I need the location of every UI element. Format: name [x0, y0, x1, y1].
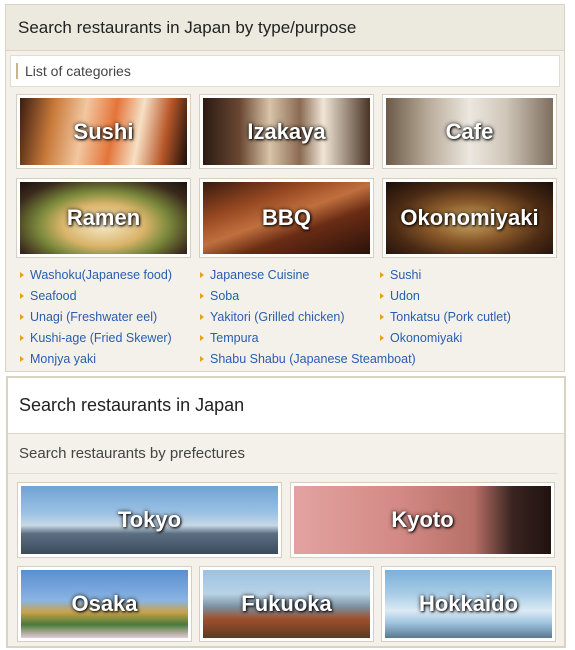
link-kushi-age[interactable]: Kushi-age (Fried Skewer) [20, 331, 172, 345]
prefecture-tile-fukuoka[interactable]: Fukuoka [199, 566, 374, 642]
bullet-arrow-icon [20, 293, 24, 299]
link-unagi[interactable]: Unagi (Freshwater eel) [20, 310, 157, 324]
bullet-arrow-icon [200, 314, 204, 320]
link-soba[interactable]: Soba [200, 289, 239, 303]
prefecture-subheading: Search restaurants by prefectures [8, 434, 558, 474]
link-seafood[interactable]: Seafood [20, 289, 77, 303]
prefecture-tile-label: Kyoto [391, 507, 454, 532]
link-text[interactable]: Unagi (Freshwater eel) [30, 310, 157, 324]
link-tonkatsu[interactable]: Tonkatsu (Pork cutlet) [380, 310, 511, 324]
prefecture-panel-header: Search restaurants in Japan [8, 378, 564, 434]
category-tile-label: BBQ [262, 205, 311, 230]
bullet-arrow-icon [380, 272, 384, 278]
category-tile-label: Okonomiyaki [400, 205, 539, 230]
category-panel-header: Search restaurants in Japan by type/purp… [6, 5, 564, 51]
bullet-arrow-icon [200, 293, 204, 299]
prefecture-tile-label: Fukuoka [241, 591, 332, 616]
prefecture-tile-tokyo[interactable]: Tokyo [17, 482, 282, 558]
link-tempura[interactable]: Tempura [200, 331, 259, 345]
link-text[interactable]: Udon [390, 289, 420, 303]
category-tile-okonomiyaki[interactable]: Okonomiyaki [382, 178, 557, 258]
link-udon[interactable]: Udon [380, 289, 420, 303]
prefecture-tile-label: Hokkaido [418, 591, 519, 616]
link-text[interactable]: Washoku(Japanese food) [30, 268, 172, 282]
link-text[interactable]: Kushi-age (Fried Skewer) [30, 331, 172, 345]
category-tile-izakaya[interactable]: Izakaya [199, 94, 374, 169]
link-text[interactable]: Yakitori (Grilled chicken) [210, 310, 345, 324]
link-shabu-shabu[interactable]: Shabu Shabu (Japanese Steamboat) [200, 352, 416, 366]
prefecture-subheading-label: Search restaurants by prefectures [19, 445, 245, 462]
link-text[interactable]: Tempura [210, 331, 259, 345]
prefecture-tile-hokkaido[interactable]: Hokkaido [381, 566, 556, 642]
category-tile-label: Izakaya [247, 118, 326, 144]
link-monjya-yaki[interactable]: Monjya yaki [20, 352, 96, 366]
category-panel: Search restaurants in Japan by type/purp… [5, 4, 565, 372]
link-text[interactable]: Tonkatsu (Pork cutlet) [390, 310, 511, 324]
category-tile-label: Sushi [73, 118, 134, 144]
link-okonomiyaki[interactable]: Okonomiyaki [380, 331, 462, 345]
category-tile-cafe[interactable]: Cafe [382, 94, 557, 169]
category-panel-title: Search restaurants in Japan by type/purp… [18, 17, 357, 37]
link-sushi[interactable]: Sushi [380, 268, 421, 282]
link-text[interactable]: Shabu Shabu (Japanese Steamboat) [210, 352, 416, 366]
bullet-arrow-icon [20, 272, 24, 278]
bullet-arrow-icon [380, 314, 384, 320]
prefecture-tile-label: Osaka [71, 591, 138, 616]
prefecture-tile-osaka[interactable]: Osaka [17, 566, 192, 642]
link-text[interactable]: Seafood [30, 289, 77, 303]
category-tile-sushi[interactable]: Sushi [16, 94, 191, 169]
bullet-arrow-icon [200, 272, 204, 278]
link-text[interactable]: Okonomiyaki [390, 331, 462, 345]
bullet-arrow-icon [20, 335, 24, 341]
bullet-arrow-icon [380, 293, 384, 299]
category-subheading: List of categories [10, 55, 560, 87]
category-tile-label: Cafe [445, 118, 494, 144]
category-tile-bbq[interactable]: BBQ [199, 178, 374, 258]
link-japanese-cuisine[interactable]: Japanese Cuisine [200, 268, 309, 282]
bullet-arrow-icon [380, 335, 384, 341]
prefecture-panel: Search restaurants in Japan Search resta… [6, 376, 566, 648]
category-tile-label: Ramen [66, 205, 141, 230]
link-text[interactable]: Japanese Cuisine [210, 268, 309, 282]
link-text[interactable]: Soba [210, 289, 239, 303]
subheading-accent-bar [16, 63, 18, 79]
bullet-arrow-icon [20, 356, 24, 362]
link-yakitori[interactable]: Yakitori (Grilled chicken) [200, 310, 345, 324]
link-text[interactable]: Sushi [390, 268, 421, 282]
category-tile-ramen[interactable]: Ramen [16, 178, 191, 258]
category-subheading-label: List of categories [25, 63, 131, 79]
link-washoku[interactable]: Washoku(Japanese food) [20, 268, 172, 282]
prefecture-panel-title: Search restaurants in Japan [19, 395, 245, 415]
link-text[interactable]: Monjya yaki [30, 352, 96, 366]
bullet-arrow-icon [200, 335, 204, 341]
bullet-arrow-icon [200, 356, 204, 362]
prefecture-tile-label: Tokyo [117, 507, 182, 532]
prefecture-tile-kyoto[interactable]: Kyoto [290, 482, 555, 558]
bullet-arrow-icon [20, 314, 24, 320]
